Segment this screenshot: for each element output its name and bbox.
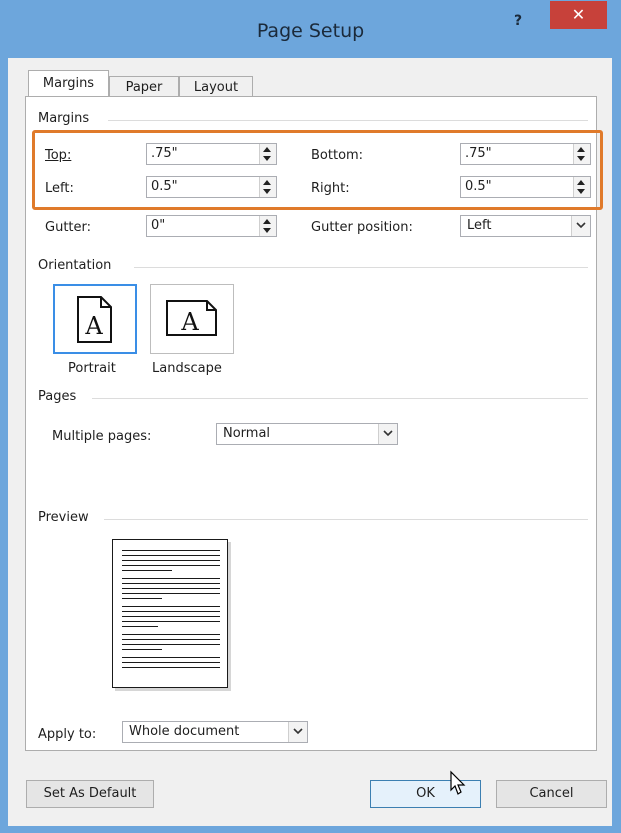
margins-group-title: Margins xyxy=(38,111,90,126)
margins-highlight xyxy=(32,130,603,210)
preview-group-title: Preview xyxy=(38,510,89,525)
gutter-position-label: Gutter position: xyxy=(311,220,413,235)
gutter-position-value: Left xyxy=(467,218,492,233)
page-preview xyxy=(112,539,228,688)
help-button[interactable]: ? xyxy=(514,13,522,29)
pages-separator xyxy=(92,398,588,399)
multiple-pages-dropdown[interactable]: Normal xyxy=(216,423,398,445)
portrait-label: Portrait xyxy=(68,361,116,376)
apply-to-label: Apply to: xyxy=(38,727,97,742)
multiple-pages-label: Multiple pages: xyxy=(52,429,152,444)
gutter-spinner[interactable] xyxy=(259,216,276,236)
landscape-button[interactable]: A xyxy=(150,284,234,354)
chevron-down-icon xyxy=(378,424,397,444)
portrait-button[interactable]: A xyxy=(53,284,137,354)
landscape-page-icon: A xyxy=(166,300,217,336)
multiple-pages-value: Normal xyxy=(223,426,271,441)
apply-to-value: Whole document xyxy=(129,724,240,739)
title-bar: Page Setup ? ✕ xyxy=(0,0,621,60)
chevron-down-icon xyxy=(288,722,307,742)
preview-separator xyxy=(104,519,588,520)
tab-layout[interactable]: Layout xyxy=(179,76,253,98)
gutter-value: 0" xyxy=(151,218,166,233)
gutter-label: Gutter: xyxy=(45,220,92,235)
mouse-cursor-icon xyxy=(450,770,466,795)
landscape-label: Landscape xyxy=(152,361,222,376)
close-button[interactable]: ✕ xyxy=(550,1,607,29)
svg-text:A: A xyxy=(180,308,199,336)
page-setup-dialog: Page Setup ? ✕ Margins Paper Layout Marg… xyxy=(0,0,621,833)
svg-text:A: A xyxy=(84,312,103,340)
cancel-button[interactable]: Cancel xyxy=(496,780,607,808)
orientation-group-title: Orientation xyxy=(38,258,112,273)
portrait-page-icon: A xyxy=(77,296,112,343)
orientation-separator xyxy=(134,267,588,268)
margins-separator xyxy=(108,120,588,121)
pages-group-title: Pages xyxy=(38,389,77,404)
gutter-position-dropdown[interactable]: Left xyxy=(460,215,591,237)
apply-to-dropdown[interactable]: Whole document xyxy=(122,721,308,743)
tab-paper[interactable]: Paper xyxy=(109,76,179,98)
gutter-field[interactable]: 0" xyxy=(146,215,277,237)
chevron-down-icon xyxy=(571,216,590,236)
tab-margins[interactable]: Margins xyxy=(28,70,109,99)
set-as-default-button[interactable]: Set As Default xyxy=(26,780,154,808)
dialog-title: Page Setup xyxy=(256,20,365,42)
